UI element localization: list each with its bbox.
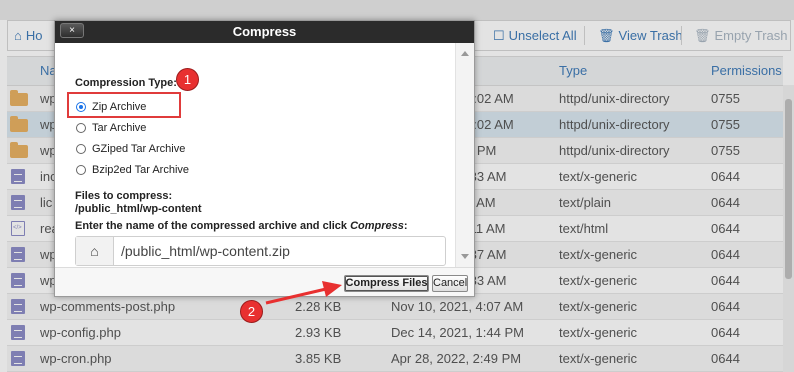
annotation-arrow xyxy=(265,281,342,305)
arrow-shaft xyxy=(265,287,327,305)
arrow-head xyxy=(322,281,342,297)
